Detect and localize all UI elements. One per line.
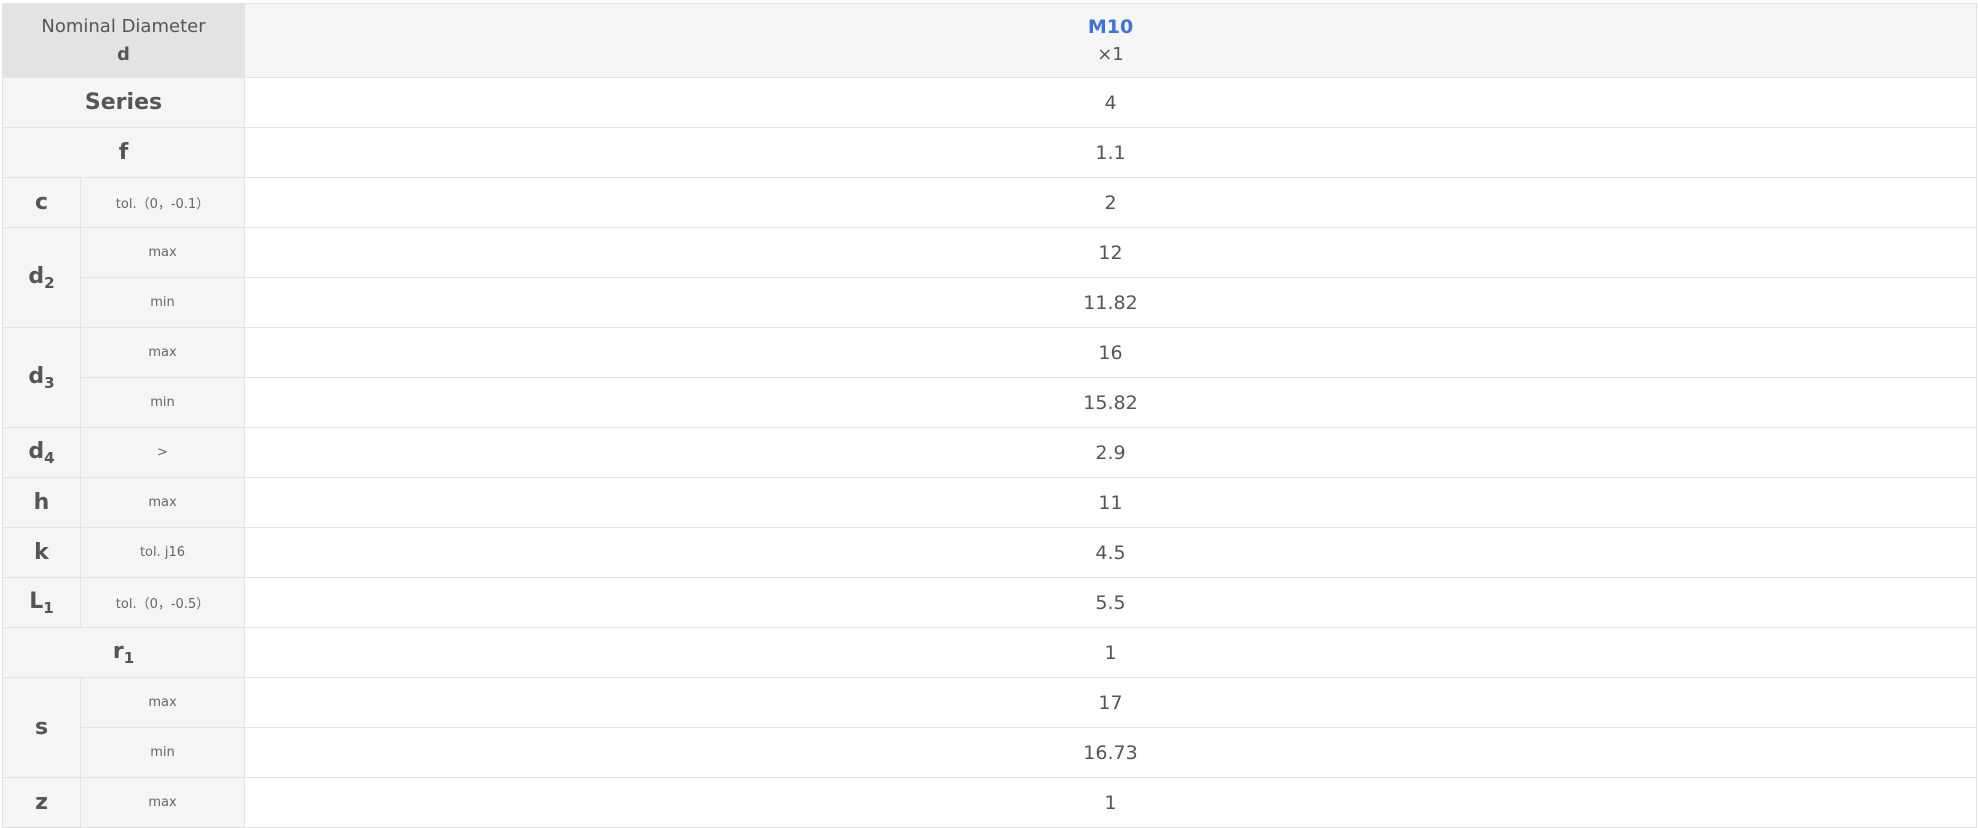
l1-tolerance: tol.（0，-0.5） <box>80 577 245 628</box>
h-label: h <box>2 477 81 528</box>
series-label: Series <box>2 77 245 128</box>
d2-min-value: 11.82 <box>244 277 1977 328</box>
s-max-label: max <box>80 677 245 728</box>
s-min-label: min <box>80 727 245 778</box>
d3-max-label: max <box>80 327 245 378</box>
h-qualifier: max <box>80 477 245 528</box>
spec-table: Nominal Diameter d M10 ×1 Series 4 f 1.1… <box>2 3 1977 828</box>
table-row: d4 > 2.9 <box>2 427 1977 478</box>
table-row: d2 max 12 <box>2 227 1977 328</box>
d3-max-value: 16 <box>244 327 1977 378</box>
d3-min-label: min <box>80 377 245 428</box>
d2-label: d2 <box>2 227 81 328</box>
table-row: k tol. j16 4.5 <box>2 527 1977 578</box>
size-link[interactable]: M10 <box>245 13 1976 41</box>
size-header: M10 ×1 <box>244 3 1977 78</box>
c-value: 2 <box>244 177 1977 228</box>
d2-label-base: d <box>28 263 45 289</box>
table-row: min 11.82 <box>3 277 1977 328</box>
l1-value: 5.5 <box>244 577 1977 628</box>
k-tolerance: tol. j16 <box>80 527 245 578</box>
r1-label-index: 1 <box>123 648 135 667</box>
f-value: 1.1 <box>244 127 1977 178</box>
d2-label-index: 2 <box>44 273 55 292</box>
d3-min-value: 15.82 <box>244 377 1977 428</box>
table-row: s max 17 <box>2 677 1977 778</box>
z-label: z <box>2 777 81 828</box>
table-row: L1 tol.（0，-0.5） 5.5 <box>2 577 1977 628</box>
s-min-value: 16.73 <box>244 727 1977 778</box>
table-row: f 1.1 <box>2 127 1977 178</box>
header-label-line2: d <box>117 43 130 65</box>
d3-label-base: d <box>28 363 45 389</box>
header-label-line1: Nominal Diameter <box>41 15 206 37</box>
d3-label-index: 3 <box>44 373 55 392</box>
z-qualifier: max <box>80 777 245 828</box>
c-tolerance: tol.（0，-0.1） <box>80 177 245 228</box>
table-row: Series 4 <box>2 77 1977 128</box>
series-value: 4 <box>244 77 1977 128</box>
table-row: c tol.（0，-0.1） 2 <box>2 177 1977 228</box>
table-row: r1 1 <box>2 627 1977 678</box>
table-row: min 16.73 <box>3 727 1977 778</box>
f-label: f <box>2 127 245 178</box>
nominal-diameter-header: Nominal Diameter d <box>2 3 245 78</box>
l1-label-index: 1 <box>43 598 54 617</box>
d2-max-label: max <box>80 227 245 278</box>
s-label: s <box>2 677 81 778</box>
d3-label: d3 <box>2 327 81 428</box>
k-value: 4.5 <box>244 527 1977 578</box>
d4-label-base: d <box>28 438 45 464</box>
table-row: d3 max 16 <box>2 327 1977 428</box>
d4-label-index: 4 <box>44 448 55 467</box>
z-value: 1 <box>244 777 1977 828</box>
table-row: h max 11 <box>2 477 1977 528</box>
header-row: Nominal Diameter d M10 ×1 <box>2 3 1977 78</box>
s-max-value: 17 <box>244 677 1977 728</box>
d4-value: 2.9 <box>244 427 1977 478</box>
h-value: 11 <box>244 477 1977 528</box>
l1-label: L1 <box>2 577 81 628</box>
r1-value: 1 <box>244 627 1977 678</box>
d4-label: d4 <box>2 427 81 478</box>
d2-min-label: min <box>80 277 245 328</box>
c-label: c <box>2 177 81 228</box>
table-row: z max 1 <box>2 777 1977 828</box>
r1-label: r1 <box>2 627 245 678</box>
l1-label-base: L <box>29 588 44 614</box>
pitch-value: ×1 <box>1097 43 1124 65</box>
d2-max-value: 12 <box>244 227 1977 278</box>
k-label: k <box>2 527 81 578</box>
r1-label-base: r <box>112 638 124 664</box>
table-row: min 15.82 <box>3 377 1977 428</box>
d4-qualifier: > <box>80 427 245 478</box>
